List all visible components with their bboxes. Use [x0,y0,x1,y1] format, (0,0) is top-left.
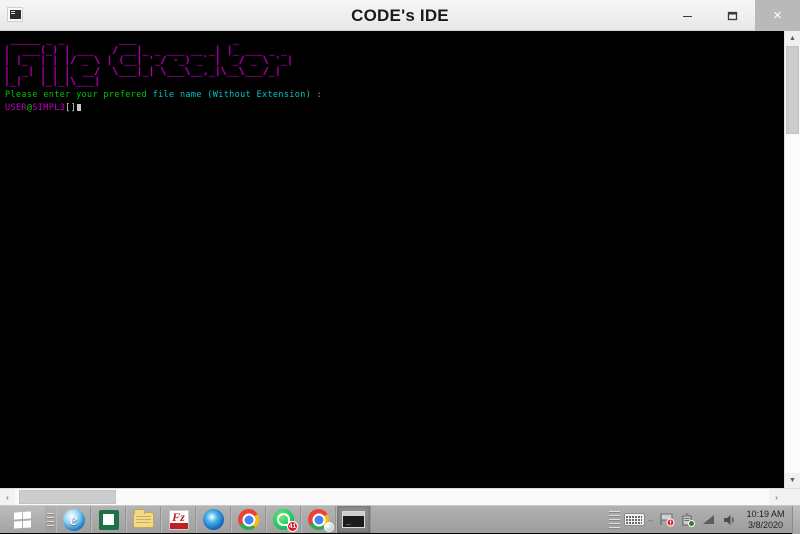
terminal-output[interactable]: _____ _ _ ___ _ | ___(_) | ___ / __|_ _ … [0,31,784,488]
taskbar-item-whatsapp[interactable]: 41 [266,506,301,533]
taskbar-item-filezilla[interactable] [161,506,196,533]
chrome-app-overlay-icon [324,522,334,532]
terminal-area: _____ _ _ ___ _ | ___(_) | ___ / __|_ _ … [0,31,800,488]
security-alert-button[interactable] [656,509,677,531]
taskbar-item-console-window[interactable] [336,506,371,533]
speaker-icon [722,513,737,527]
volume-button[interactable] [719,509,740,531]
taskbar-item-internet-explorer[interactable] [56,506,91,533]
taskbar-item-chrome-app[interactable] [301,506,336,533]
vertical-scrollbar-thumb[interactable] [786,46,799,134]
system-tray: – [609,506,792,533]
minimize-icon [682,10,693,21]
usb-eject-icon [680,512,695,527]
tray-gripper[interactable] [609,509,620,531]
taskbar: 41 – [0,505,800,533]
flag-alert-icon [659,512,675,527]
keyboard-layout-button[interactable] [624,509,645,531]
filezilla-icon [169,510,189,530]
clock-date: 3/8/2020 [746,520,785,531]
application-window: CODE's IDE × _____ _ _ ___ _ [0,0,800,505]
internet-explorer-icon [63,509,85,531]
scroll-left-arrow-icon[interactable]: ‹ [0,489,15,505]
taskbar-item-file-explorer[interactable] [126,506,161,533]
clock[interactable]: 10:19 AM 3/8/2020 [740,509,790,531]
vertical-scrollbar[interactable]: ▲ ▼ [784,31,800,488]
shell-prompt-line[interactable]: USER@SIMPL3[] [5,103,784,114]
prompt-message-tail: : [311,90,322,100]
window-controls: × [665,0,800,31]
close-button[interactable]: × [755,0,800,31]
taskbar-item-excel[interactable] [91,506,126,533]
scroll-up-arrow-icon[interactable]: ▲ [785,31,800,46]
scroll-right-arrow-icon[interactable]: › [769,489,784,505]
taskbar-item-chrome[interactable] [231,506,266,533]
maximize-button[interactable] [710,0,755,31]
safely-remove-hardware-button[interactable] [677,509,698,531]
title-bar[interactable]: CODE's IDE × [0,0,800,31]
clock-time: 10:19 AM [746,509,785,520]
prompt-message-green: Please enter your prefered [5,90,153,100]
chrome-icon [238,509,259,530]
keyboard-icon [624,513,645,526]
ascii-banner-file-creator: _____ _ _ ___ _ | ___(_) | ___ / __|_ _ … [4,35,784,88]
taskbar-gripper[interactable] [45,506,56,533]
prompt-message-cyan: file name (Without Extension) [153,90,312,100]
maximize-icon [727,10,738,21]
horizontal-scrollbar[interactable]: ‹ › [0,488,800,505]
network-signal-icon [703,515,714,524]
show-desktop-button[interactable] [792,506,800,534]
scroll-down-arrow-icon[interactable]: ▼ [785,473,800,488]
horizontal-scrollbar-thumb[interactable] [19,490,116,504]
whatsapp-unread-badge: 41 [287,521,298,532]
firefox-icon [203,509,224,530]
vertical-scrollbar-track[interactable] [785,46,800,473]
console-window-taskbar-icon [342,511,365,528]
network-button[interactable] [698,509,719,531]
shell-user: USER [5,103,27,113]
shell-brackets: [] [65,103,76,113]
taskbar-item-firefox[interactable] [196,506,231,533]
start-button[interactable] [0,506,45,533]
minimize-button[interactable] [665,0,710,31]
windows-logo-icon [14,511,31,528]
scrollbar-corner [784,489,800,505]
excel-icon [99,510,119,530]
tray-separator: – [645,515,656,525]
text-cursor [77,104,81,111]
console-window-icon [7,7,23,22]
prompt-message-line: Please enter your prefered file name (Wi… [5,90,784,101]
file-explorer-icon [133,512,154,528]
horizontal-scrollbar-track[interactable] [15,489,769,505]
taskbar-items: 41 [56,506,609,533]
shell-host: SIMPL3 [32,103,65,113]
